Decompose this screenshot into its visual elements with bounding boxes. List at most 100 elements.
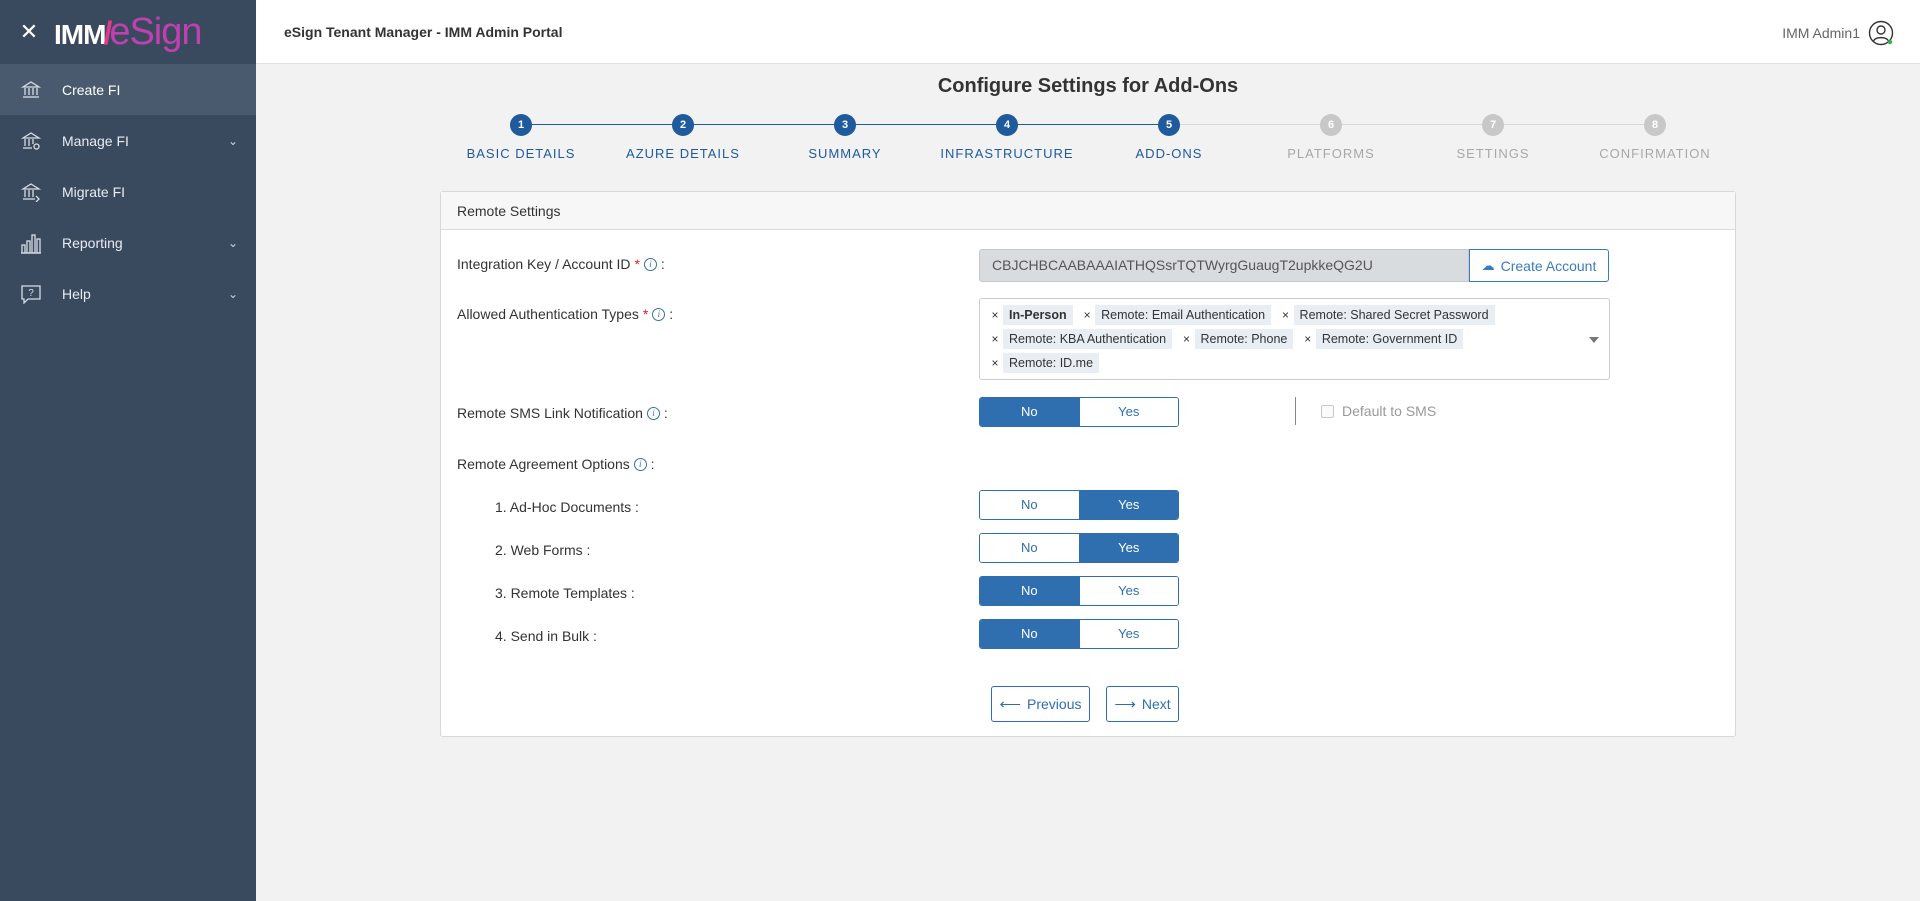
templates-yes-option[interactable]: Yes <box>1078 577 1178 605</box>
adhoc-toggle: No Yes <box>979 490 1179 520</box>
svg-text:?: ? <box>28 288 34 299</box>
option-label-templates: 3. Remote Templates : <box>495 585 635 601</box>
step-label: BASIC DETAILS <box>466 146 576 161</box>
option-label-webforms: 2. Web Forms : <box>495 542 591 558</box>
auth-types-multiselect[interactable]: × In-Person × Remote: Email Authentication… <box>979 298 1610 380</box>
auth-type-tag-label: Remote: Shared Secret Password <box>1293 305 1495 325</box>
agreement-label-row: Remote Agreement Options i : <box>457 456 655 472</box>
colon: : <box>663 405 668 421</box>
webforms-yes-option[interactable]: Yes <box>1078 534 1178 562</box>
remove-tag-icon[interactable]: × <box>1278 308 1294 322</box>
remote-settings-card: Remote Settings Integration Key / Accoun… <box>440 191 1736 737</box>
sidebar-item-reporting[interactable]: Reporting ⌄ <box>0 217 256 268</box>
checkbox-box[interactable] <box>1321 404 1334 418</box>
bulk-no-option[interactable]: No <box>980 620 1079 648</box>
sidebar-item-label: Reporting <box>62 234 123 251</box>
dropdown-caret-icon[interactable] <box>1589 337 1599 343</box>
info-icon[interactable]: i <box>646 406 660 420</box>
sidebar-header: ✕ IMM / eSign <box>0 0 256 64</box>
sidebar-item-migrate-fi[interactable]: Migrate FI <box>0 166 256 217</box>
divider <box>1295 397 1296 425</box>
step-number: 5 <box>1158 114 1180 136</box>
create-account-button[interactable]: ☁ Create Account <box>1469 249 1609 282</box>
remove-tag-icon[interactable]: × <box>987 356 1003 370</box>
sidebar-item-create-fi[interactable]: Create FI <box>0 64 256 115</box>
step-number: 6 <box>1320 114 1342 136</box>
integration-key-input[interactable]: CBJCHBCAABAAAIATHQSsrTQTWyrgGuaugT2upkke… <box>979 249 1469 282</box>
step-add-ons[interactable]: 5 ADD-ONS <box>1088 114 1250 161</box>
step-infrastructure[interactable]: 4 INFRASTRUCTURE <box>926 114 1088 161</box>
next-button[interactable]: ⟶ Next <box>1106 686 1179 722</box>
auth-type-tag-label: Remote: Email Authentication <box>1095 305 1272 325</box>
close-icon[interactable]: ✕ <box>18 21 40 43</box>
card-title: Remote Settings <box>441 192 1735 230</box>
step-label: AZURE DETAILS <box>626 146 740 161</box>
step-azure-details[interactable]: 2 AZURE DETAILS <box>602 114 764 161</box>
bank-settings-icon <box>20 130 42 152</box>
remove-tag-icon[interactable]: × <box>1079 308 1095 322</box>
top-bar: eSign Tenant Manager - IMM Admin Portal … <box>256 0 1920 64</box>
remove-tag-icon[interactable]: × <box>1179 332 1195 346</box>
templates-no-option[interactable]: No <box>980 577 1079 605</box>
adhoc-yes-option[interactable]: Yes <box>1078 491 1178 519</box>
step-label: SUMMARY <box>808 146 882 161</box>
adhoc-no-option[interactable]: No <box>980 491 1079 519</box>
auth-type-tag: × In-Person <box>987 305 1073 325</box>
info-icon[interactable]: i <box>652 307 666 321</box>
chevron-down-icon: ⌄ <box>227 133 238 148</box>
auth-type-tag: × Remote: Phone <box>1179 329 1294 349</box>
step-platforms[interactable]: 6 PLATFORMS <box>1250 114 1412 161</box>
auth-type-tag-label: Remote: ID.me <box>1003 353 1100 373</box>
webforms-toggle: No Yes <box>979 533 1179 563</box>
colon: : <box>650 456 655 472</box>
sidebar-item-label: Manage FI <box>62 132 129 149</box>
auth-type-tag-label: Remote: Phone <box>1194 329 1294 349</box>
integration-key-label-row: Integration Key / Account ID * i : <box>457 256 665 272</box>
templates-toggle: No Yes <box>979 576 1179 606</box>
next-label: Next <box>1141 696 1171 712</box>
wizard-stepper: 1 BASIC DETAILS 2 AZURE DETAILS 3 SUMMARY 4 INF… <box>440 114 1736 164</box>
arrow-right-icon: ⟶ <box>1114 696 1136 713</box>
step-summary[interactable]: 3 SUMMARY <box>764 114 926 161</box>
colon: : <box>660 256 665 272</box>
auth-type-tag: × Remote: Government ID <box>1300 329 1464 349</box>
sidebar-item-manage-fi[interactable]: Manage FI ⌄ <box>0 115 256 166</box>
step-confirmation[interactable]: 8 CONFIRMATION <box>1574 114 1736 161</box>
user-menu[interactable]: IMM Admin1 <box>1782 20 1894 46</box>
create-account-label: Create Account <box>1500 257 1597 274</box>
user-name: IMM Admin1 <box>1782 25 1860 41</box>
info-icon[interactable]: i <box>633 457 647 471</box>
info-icon[interactable]: i <box>644 257 657 271</box>
option-label-adhoc: 1. Ad-Hoc Documents : <box>495 499 639 515</box>
logo-imm-text: IMM <box>54 18 106 50</box>
remove-tag-icon[interactable]: × <box>987 308 1003 322</box>
default-sms-label: Default to SMS <box>1342 403 1437 419</box>
option-label-bulk: 4. Send in Bulk : <box>495 628 597 644</box>
help-icon: ? <box>20 283 42 305</box>
sidebar-item-help[interactable]: ? Help ⌄ <box>0 268 256 319</box>
sms-label-row: Remote SMS Link Notification i : <box>457 405 668 421</box>
bulk-yes-option[interactable]: Yes <box>1078 620 1178 648</box>
sms-no-option[interactable]: No <box>980 398 1079 426</box>
auth-types-label-row: Allowed Authentication Types * i : <box>457 306 673 322</box>
required-mark: * <box>634 256 640 272</box>
step-number: 3 <box>834 114 856 136</box>
chevron-down-icon: ⌄ <box>227 235 238 250</box>
previous-button[interactable]: ⟵ Previous <box>991 686 1090 722</box>
cloud-icon: ☁ <box>1481 257 1495 273</box>
step-settings[interactable]: 7 SETTINGS <box>1412 114 1574 161</box>
step-number: 2 <box>672 114 694 136</box>
step-basic-details[interactable]: 1 BASIC DETAILS <box>440 114 602 161</box>
step-label: PLATFORMS <box>1287 146 1375 161</box>
step-number: 8 <box>1644 114 1666 136</box>
sms-toggle: No Yes <box>979 397 1179 427</box>
logo-esign-text: eSign <box>109 10 202 53</box>
default-sms-checkbox[interactable]: Default to SMS <box>1321 403 1436 419</box>
colon: : <box>669 306 674 322</box>
auth-type-tag-label: Remote: KBA Authentication <box>1003 329 1173 349</box>
remove-tag-icon[interactable]: × <box>987 332 1003 346</box>
webforms-no-option[interactable]: No <box>980 534 1079 562</box>
auth-type-tag: × Remote: Email Authentication <box>1079 305 1272 325</box>
remove-tag-icon[interactable]: × <box>1300 332 1316 346</box>
sms-yes-option[interactable]: Yes <box>1078 398 1178 426</box>
